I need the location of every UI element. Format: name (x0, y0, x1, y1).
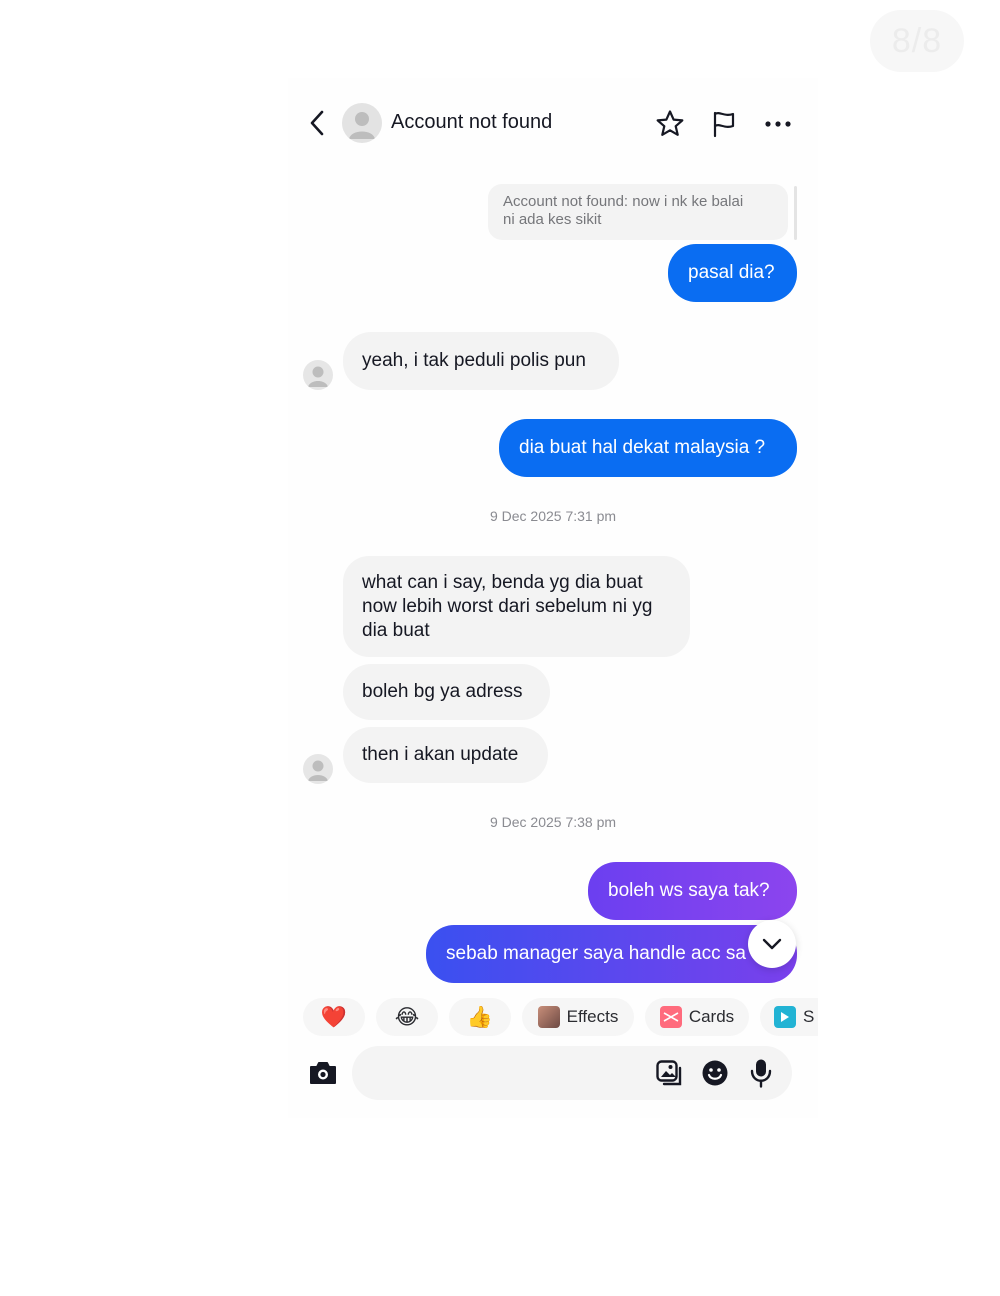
sender-avatar[interactable] (303, 360, 333, 390)
message-text: boleh ws saya tak? (608, 880, 770, 901)
message-timestamp: 9 Dec 2025 7:38 pm (489, 814, 617, 830)
microphone-icon (750, 1059, 772, 1088)
cards-icon (659, 1006, 682, 1028)
camera-icon (310, 1062, 336, 1084)
cards-label: Cards (688, 1007, 735, 1026)
message-text: boleh bg ya adress (362, 681, 523, 702)
star-icon (656, 110, 684, 136)
effects-icon (537, 1006, 560, 1028)
chevron-left-icon (310, 110, 324, 136)
incoming-message[interactable]: then i akan update (343, 727, 548, 783)
message-text: then i akan update (362, 744, 519, 765)
default-avatar-icon (308, 760, 328, 781)
more-chip[interactable]: S (760, 998, 818, 1036)
more-chip-label: S (803, 1007, 815, 1026)
message-line: what can i say, benda yg dia buat (362, 572, 643, 593)
message-text: sebab manager saya handle acc sa (446, 943, 746, 964)
message-composer (352, 1046, 792, 1102)
laughing-emoji-icon: 😂 (394, 1005, 420, 1029)
page-counter: 8/8 (870, 10, 964, 72)
chat-header: Account not found (288, 78, 818, 170)
voice-button[interactable] (746, 1058, 776, 1088)
reply-quote-line: Account not found: now i nk ke balai (503, 193, 744, 210)
favorite-button[interactable] (654, 108, 686, 140)
heart-icon: ❤️ (320, 1005, 348, 1029)
gallery-button[interactable] (654, 1058, 684, 1088)
scroll-to-bottom-button[interactable] (748, 920, 796, 968)
play-icon (774, 1006, 796, 1028)
incoming-message[interactable]: what can i say, benda yg dia buat now le… (343, 556, 690, 657)
avatar[interactable] (342, 103, 382, 143)
message-text: pasal dia? (688, 262, 775, 283)
outgoing-message[interactable]: dia buat hal dekat malaysia ? (499, 419, 797, 477)
quick-reaction-heart[interactable]: ❤️ (303, 998, 365, 1036)
outgoing-message[interactable]: boleh ws saya tak? (588, 862, 797, 920)
quick-reaction-laugh[interactable]: 😂 (376, 998, 438, 1036)
flag-icon (713, 111, 735, 138)
more-button[interactable] (762, 108, 794, 140)
default-avatar-icon (308, 366, 328, 387)
chat-screen: Account not found Account not found: now… (288, 78, 818, 1118)
effects-chip[interactable]: Effects (522, 998, 634, 1036)
camera-button[interactable] (306, 1056, 340, 1090)
quick-reaction-thumbs-up[interactable]: 👍 (449, 998, 511, 1036)
outgoing-message[interactable]: pasal dia? (668, 244, 797, 302)
sender-avatar[interactable] (303, 754, 333, 784)
message-text: dia buat hal dekat malaysia ? (519, 437, 766, 458)
reply-indicator-bar (794, 186, 797, 240)
back-button[interactable] (302, 106, 332, 140)
emoji-button[interactable] (700, 1058, 730, 1088)
cards-chip[interactable]: Cards (645, 998, 749, 1036)
message-input[interactable] (372, 1046, 636, 1102)
message-timestamp: 9 Dec 2025 7:31 pm (489, 508, 617, 524)
effects-label: Effects (566, 1007, 619, 1026)
thumbs-up-icon: 👍 (466, 1005, 494, 1029)
default-avatar-icon (349, 112, 375, 139)
chevron-down-icon (762, 938, 782, 950)
message-line: now lebih worst dari sebelum ni yg (362, 596, 653, 617)
incoming-message[interactable]: yeah, i tak peduli polis pun (343, 332, 619, 390)
reply-quote-line: ni ada kes sikit (503, 211, 602, 228)
report-button[interactable] (708, 108, 740, 140)
reply-quote[interactable]: Account not found: now i nk ke balai ni … (488, 184, 788, 240)
gallery-icon (656, 1060, 682, 1086)
message-text: yeah, i tak peduli polis pun (362, 350, 586, 371)
more-dots-icon (765, 121, 791, 127)
message-line: dia buat (362, 620, 430, 641)
outgoing-message[interactable]: sebab manager saya handle acc sa (426, 925, 797, 983)
page-title[interactable]: Account not found (391, 111, 552, 134)
emoji-icon (702, 1060, 728, 1086)
incoming-message[interactable]: boleh bg ya adress (343, 664, 550, 720)
